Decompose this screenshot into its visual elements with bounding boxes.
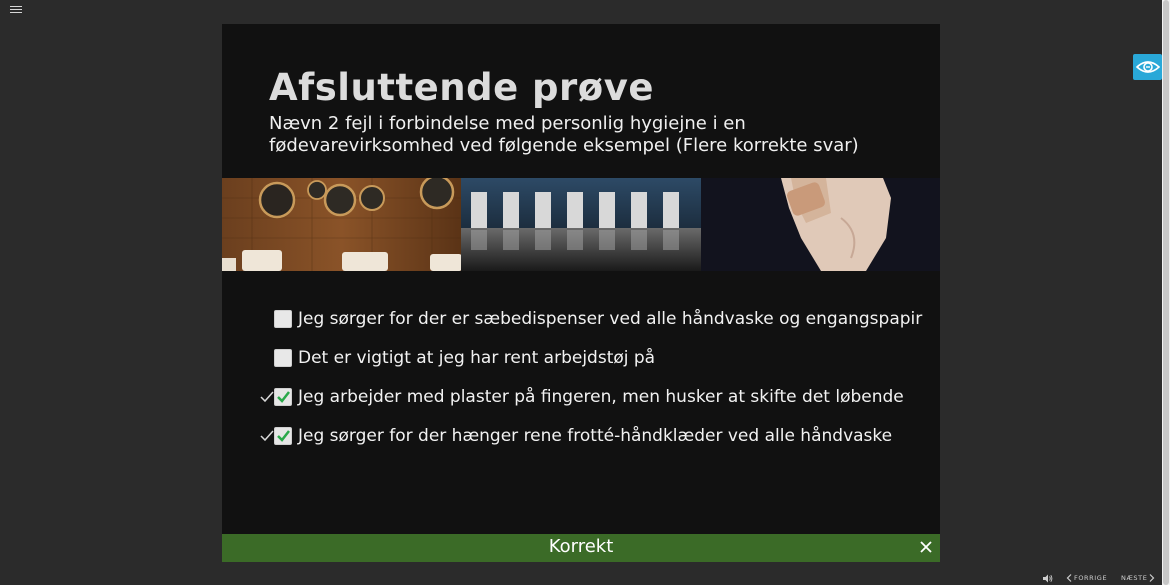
eye-icon — [1135, 61, 1160, 73]
chevron-right-icon — [1149, 574, 1155, 582]
image-strip — [222, 178, 940, 271]
correct-mark-icon — [260, 391, 274, 403]
accessibility-eye-button[interactable] — [1133, 54, 1162, 80]
option-checkbox[interactable] — [274, 310, 292, 328]
next-label: NÆSTE — [1121, 574, 1148, 582]
option-label: Jeg arbejder med plaster på fingeren, me… — [298, 387, 904, 407]
bathroom-image — [222, 178, 462, 271]
option-checkbox[interactable] — [274, 388, 292, 406]
scrollbar[interactable] — [1162, 0, 1170, 585]
option-2[interactable]: Det er vigtigt at jeg har rent arbejdstø… — [274, 345, 655, 371]
option-4[interactable]: Jeg sørger for der hænger rene frotté-hå… — [260, 423, 892, 449]
option-label: Det er vigtigt at jeg har rent arbejdstø… — [298, 348, 656, 368]
option-3[interactable]: Jeg arbejder med plaster på fingeren, me… — [260, 384, 904, 410]
feedback-bar: Korrekt — [222, 534, 940, 562]
speaker-icon — [1043, 574, 1053, 582]
scrollbar-thumb[interactable] — [1163, 0, 1169, 585]
doors-image — [461, 178, 701, 271]
option-label: Jeg sørger for der hænger rene frotté-hå… — [298, 426, 893, 446]
checkmark-icon — [277, 430, 290, 442]
close-icon[interactable] — [919, 540, 933, 554]
checkmark-icon — [277, 391, 290, 403]
menu-icon[interactable] — [10, 4, 22, 14]
chevron-left-icon — [1066, 574, 1072, 582]
option-checkbox[interactable] — [274, 427, 292, 445]
option-1[interactable]: Jeg sørger for der er sæbedispenser ved … — [274, 306, 922, 332]
previous-label: FORRIGE — [1074, 574, 1108, 582]
slide-title: Afsluttende prøve — [269, 66, 654, 109]
previous-button[interactable]: FORRIGE — [1066, 572, 1107, 584]
next-button[interactable]: NÆSTE — [1121, 572, 1155, 584]
sound-button[interactable] — [1043, 572, 1053, 584]
option-checkbox[interactable] — [274, 349, 292, 367]
slide: Afsluttende prøve Nævn 2 fejl i forbinde… — [222, 24, 940, 562]
feedback-text: Korrekt — [548, 536, 614, 557]
option-label: Jeg sørger for der er sæbedispenser ved … — [298, 309, 923, 329]
question-text: Nævn 2 fejl i forbindelse med personlig … — [269, 113, 859, 156]
correct-mark-icon — [260, 430, 274, 442]
bandaged-hand-image — [700, 178, 940, 271]
